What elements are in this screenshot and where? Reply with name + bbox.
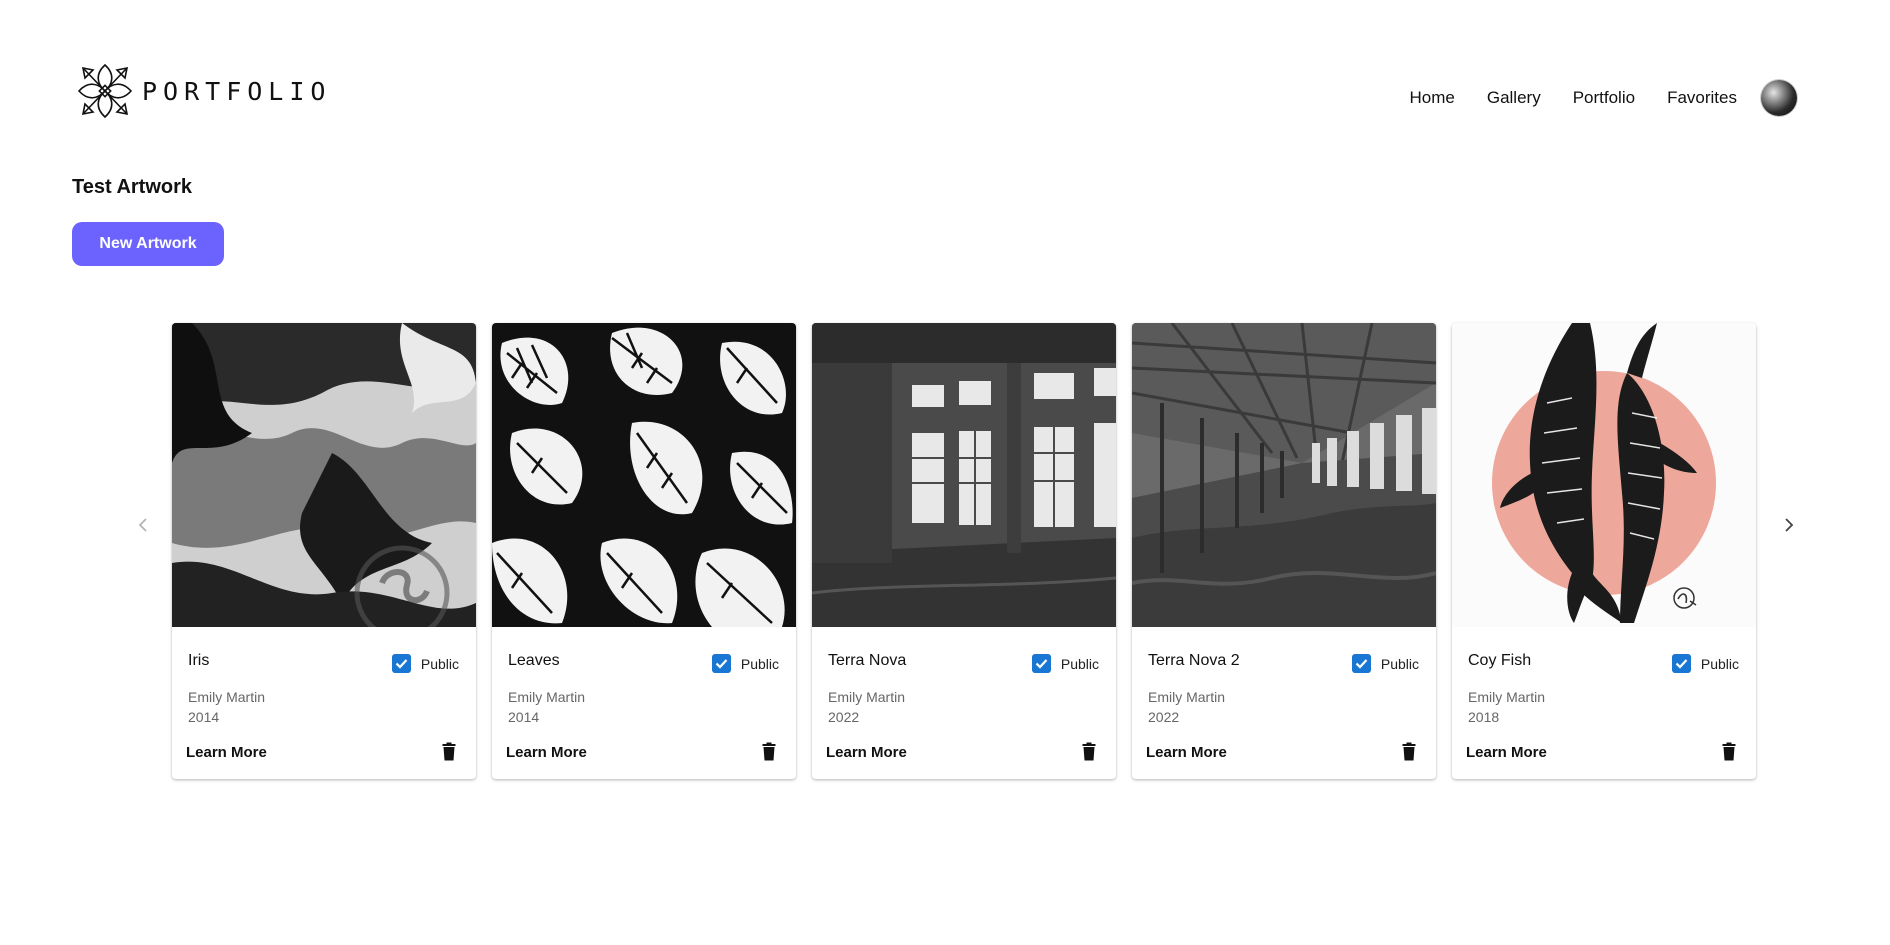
public-checkbox[interactable]	[1671, 654, 1691, 673]
artwork-card: Terra Nova 2 Public Emily Martin 2022 Le…	[1132, 323, 1436, 779]
trash-icon	[1722, 742, 1736, 760]
public-label: Public	[1700, 655, 1739, 672]
chevron-left-icon	[138, 518, 147, 532]
artwork-title: Terra Nova	[828, 652, 907, 669]
checkmark-icon	[1675, 659, 1688, 669]
artwork-image[interactable]	[812, 323, 1116, 627]
artwork-image[interactable]	[1452, 323, 1756, 627]
artwork-year: 2018	[1468, 709, 1500, 725]
artwork-card: Coy Fish Public Emily Martin 2018 Learn …	[1452, 323, 1756, 779]
artwork-card: Terra Nova Public Emily Martin 2022 Lear…	[812, 323, 1116, 779]
trash-icon	[442, 742, 456, 760]
artwork-year: 2022	[828, 709, 860, 725]
public-toggle[interactable]: Public	[711, 654, 779, 673]
artwork-title: Iris	[188, 652, 210, 669]
learn-more-button[interactable]: Learn More	[1466, 744, 1547, 761]
public-toggle[interactable]: Public	[1351, 654, 1419, 673]
artwork-author: Emily Martin	[1148, 689, 1226, 705]
delete-button[interactable]	[1717, 739, 1741, 763]
carousel-next-button[interactable]	[1777, 513, 1801, 537]
main-nav: Home Gallery Portfolio Favorites	[1409, 80, 1797, 116]
public-checkbox[interactable]	[391, 654, 411, 673]
artwork-image[interactable]	[1132, 323, 1436, 627]
public-label: Public	[740, 655, 779, 672]
artwork-year: 2014	[188, 709, 220, 725]
artwork-card: Iris Public Emily Martin 2014 Learn More	[172, 323, 476, 779]
checkmark-icon	[1355, 659, 1368, 669]
public-label: Public	[1060, 655, 1099, 672]
artwork-image[interactable]	[172, 323, 476, 627]
nav-portfolio[interactable]: Portfolio	[1573, 85, 1635, 111]
public-label: Public	[1380, 655, 1419, 672]
artwork-author: Emily Martin	[188, 689, 266, 705]
artwork-carousel: Iris Public Emily Martin 2014 Learn More	[172, 323, 1756, 779]
nav-home[interactable]: Home	[1409, 85, 1454, 111]
learn-more-button[interactable]: Learn More	[186, 744, 267, 761]
logo-text: PORTFOLIO	[142, 76, 332, 106]
nav-favorites[interactable]: Favorites	[1667, 85, 1737, 111]
artwork-year: 2014	[508, 709, 540, 725]
page-title: Test Artwork	[72, 176, 193, 198]
page: PORTFOLIO Home Gallery Portfolio Favorit…	[0, 0, 1890, 945]
delete-button[interactable]	[1077, 739, 1101, 763]
public-toggle[interactable]: Public	[1671, 654, 1739, 673]
trash-icon	[762, 742, 776, 760]
public-toggle[interactable]: Public	[1031, 654, 1099, 673]
trash-icon	[1402, 742, 1416, 760]
new-artwork-button[interactable]: New Artwork	[72, 222, 224, 266]
learn-more-button[interactable]: Learn More	[506, 744, 587, 761]
carousel-prev-button[interactable]	[131, 513, 155, 537]
public-label: Public	[420, 655, 459, 672]
logo[interactable]: PORTFOLIO	[77, 62, 331, 120]
public-checkbox[interactable]	[711, 654, 731, 673]
artwork-title: Terra Nova 2	[1148, 652, 1240, 669]
chevron-right-icon	[1785, 518, 1794, 532]
trash-icon	[1082, 742, 1096, 760]
artwork-card: Leaves Public Emily Martin 2014 Learn Mo…	[492, 323, 796, 779]
artwork-year: 2022	[1148, 709, 1180, 725]
delete-button[interactable]	[437, 739, 461, 763]
artwork-image[interactable]	[492, 323, 796, 627]
public-checkbox[interactable]	[1351, 654, 1371, 673]
public-checkbox[interactable]	[1031, 654, 1051, 673]
artwork-author: Emily Martin	[508, 689, 586, 705]
learn-more-button[interactable]: Learn More	[826, 744, 907, 761]
delete-button[interactable]	[1397, 739, 1421, 763]
public-toggle[interactable]: Public	[391, 654, 459, 673]
checkmark-icon	[715, 659, 728, 669]
artwork-title: Coy Fish	[1468, 652, 1532, 669]
checkmark-icon	[395, 659, 408, 669]
artwork-title: Leaves	[508, 652, 560, 669]
nav-gallery[interactable]: Gallery	[1487, 85, 1541, 111]
flower-ornament-icon	[77, 63, 133, 119]
checkmark-icon	[1035, 659, 1048, 669]
user-avatar[interactable]	[1761, 80, 1797, 116]
learn-more-button[interactable]: Learn More	[1146, 744, 1227, 761]
delete-button[interactable]	[757, 739, 781, 763]
artwork-author: Emily Martin	[1468, 689, 1546, 705]
artwork-author: Emily Martin	[828, 689, 906, 705]
